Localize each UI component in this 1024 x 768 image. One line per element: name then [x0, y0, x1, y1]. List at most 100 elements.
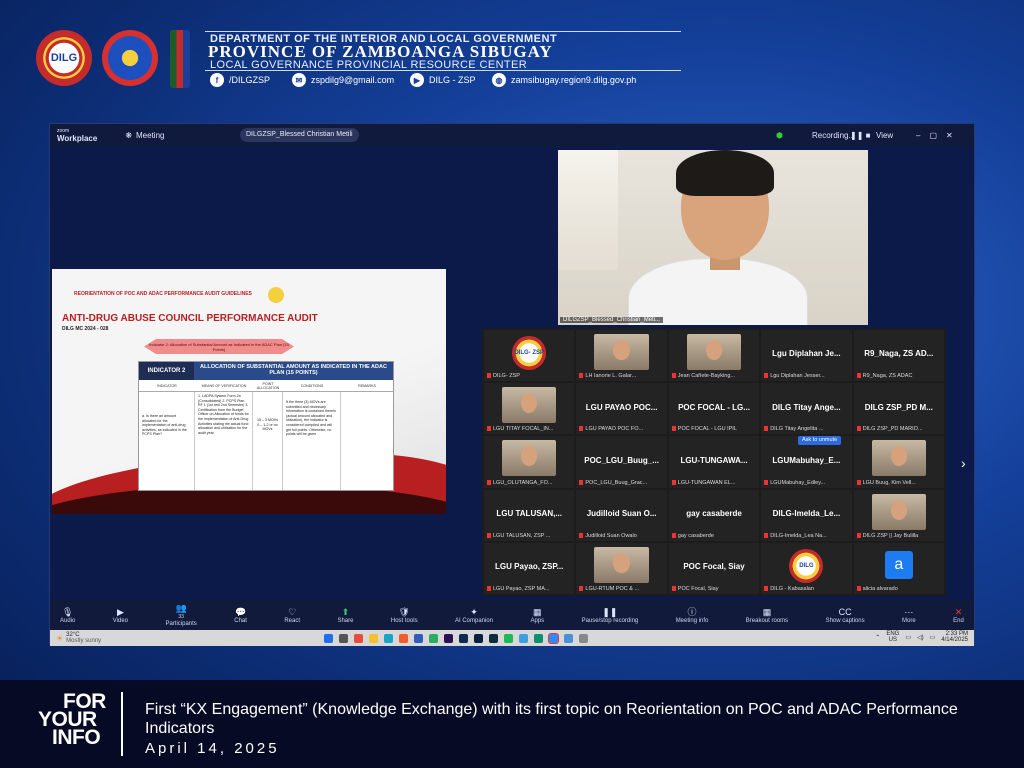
participant-caption: DILG- ZSP [487, 373, 572, 379]
store-icon[interactable] [414, 633, 424, 643]
tick-icon[interactable] [534, 633, 544, 643]
participant-tile[interactable]: Lgu Diplahan Je... Lgu Diplahan Jesser... [761, 330, 852, 382]
participant-tile[interactable]: gay casaberde gay casaberde [668, 489, 760, 541]
zoom-window: zoom Workplace ❋ Meeting DILGZSP_Blessed … [49, 123, 975, 646]
weather-widget[interactable]: 32°C Mostly sunny [66, 632, 101, 644]
notes-icon[interactable] [579, 633, 589, 643]
edge-icon-2[interactable] [519, 633, 529, 643]
participant-tile[interactable]: LH Ianorie L. Galar... [576, 330, 667, 382]
participant-face [613, 340, 630, 360]
volume-icon[interactable]: ◁) [917, 634, 924, 641]
react-button[interactable]: ♡ React [284, 607, 300, 624]
speaker-video[interactable]: DILGZSP_Blessed_Christian_Meti... [558, 150, 868, 325]
meeting-toolbar: 🎙 Audio ▶ Video 👥 33 Participants 💬 Chat ♡ React ⬆ S… [50, 600, 974, 630]
apps-button[interactable]: ▦ Apps [530, 607, 544, 624]
participant-name: LGU Payao, ZSP... [495, 562, 564, 572]
participants-icon: 👥 [175, 603, 187, 613]
participant-tile[interactable]: DILG- ZSP DILG- ZSP [484, 330, 575, 382]
view-button[interactable]: View [876, 131, 893, 140]
toolbar-label: Meeting info [675, 617, 709, 624]
chrome-icon[interactable] [354, 633, 364, 643]
audition-icon[interactable] [489, 633, 499, 643]
premiere-icon[interactable] [444, 633, 454, 643]
for-your-info-logo: FOR YOUR INFO [38, 690, 106, 749]
network-icon[interactable]: ▭ [905, 634, 911, 641]
participants-button[interactable]: 👥 33 Participants [165, 603, 196, 627]
chat-button[interactable]: 💬 Chat [234, 607, 247, 624]
zoom-icon[interactable] [548, 632, 560, 644]
participant-tile[interactable]: LGU Payao, ZSP... LGU Payao, ZSP MA... [484, 542, 575, 594]
participant-face [890, 499, 907, 520]
end-button[interactable]: ✕ End [953, 607, 964, 624]
folder-icon[interactable] [369, 633, 379, 643]
participant-tile[interactable]: R9_Naga, ZS AD... R9_Naga, ZS ADAC [853, 330, 944, 382]
weather-icon: ☀ [56, 633, 64, 643]
share-button[interactable]: ⬆ Share [337, 607, 353, 624]
video-button[interactable]: ▶ Video [113, 607, 128, 624]
participant-caption: DILG ZSP_PD MARIO... [857, 426, 942, 432]
participant-tile[interactable]: DILG ZSP_PD M... DILG ZSP_PD MARIO... [853, 383, 944, 435]
brave-icon[interactable] [399, 633, 409, 643]
participant-tile[interactable]: DILG ZSP || Jay Bulilla [853, 489, 944, 541]
language-indicator[interactable]: ENG US [886, 631, 899, 643]
share-icon: ⬆ [341, 606, 350, 617]
participant-tile[interactable]: LGU TALUSAN,... LGU TALUSAN, ZSP ... [484, 489, 575, 541]
participant-tile[interactable]: POC_LGU_Buug_... POC_LGU_Buug_Grac... [576, 436, 667, 488]
app-icon[interactable] [564, 633, 574, 643]
participant-tile[interactable]: LGU-TUNGAWA... LGU-TUNGAWAN EL... [668, 436, 760, 488]
participant-face [521, 393, 538, 414]
participant-tile[interactable]: Judilloid Suan O... Judilloid Suan Owalo [576, 489, 667, 541]
participant-face [890, 446, 907, 467]
more-button[interactable]: ⋯ More [902, 607, 916, 624]
photoshop-icon[interactable] [474, 633, 484, 643]
breakout-button[interactable]: ▦ Breakout rooms [746, 607, 788, 624]
more-icon: ⋯ [904, 606, 914, 617]
toolbar-label: Apps [530, 617, 545, 624]
active-speaker-tag[interactable]: DILGZSP_Blessed Christian Metili [240, 128, 359, 142]
search-icon[interactable] [339, 633, 349, 643]
contact-youtube: ▶ DILG - ZSP [410, 73, 476, 87]
edge-icon[interactable] [384, 633, 394, 643]
participant-tile[interactable]: LGU-RTUM POC & ... [576, 542, 667, 594]
participant-face [705, 340, 723, 360]
pause-recording-icon[interactable]: ❚❚ ■ [850, 131, 870, 140]
pause-button[interactable]: ❚❚ Pause/stop recording [582, 607, 639, 624]
system-tray: ⌃ ENG US ▭ ◁) ▭ 2:33 PM 4/14/2025 [875, 631, 968, 643]
participant-caption: POC Focal, Siay [672, 586, 757, 592]
participant-tile[interactable]: DILG Titay Ange... DILG Titay Angelita ..… [761, 383, 852, 435]
meeting-label[interactable]: Meeting [136, 131, 164, 140]
participant-caption: LGU_OLUTANGA_FO... [487, 480, 572, 486]
windows-start-icon[interactable] [324, 633, 334, 643]
chrome-alt-icon[interactable] [429, 633, 439, 643]
participant-tile[interactable]: Jean Cañete-Bayking... [668, 330, 760, 382]
participant-tile[interactable]: POC Focal, Siay POC Focal, Siay [668, 542, 760, 594]
participant-caption: DILG Titay Angelita ... [764, 426, 849, 432]
clock[interactable]: 2:33 PM 4/14/2025 [941, 631, 968, 643]
captions-button[interactable]: CC Show captions [826, 607, 865, 624]
participant-caption: DILG-Imelda_Lea Na... [764, 533, 849, 539]
participant-tile[interactable]: LGU PAYAO POC... LGU PAYAO POC FO... [576, 383, 667, 435]
participant-tile[interactable]: a alicia alvarado [853, 542, 944, 594]
info-button[interactable]: ⓘ Meeting info [676, 607, 709, 624]
spotify-icon[interactable] [504, 633, 514, 643]
lightroom-icon[interactable] [459, 633, 469, 643]
window-controls[interactable]: –▢✕ [916, 131, 962, 140]
participant-tile[interactable]: LGU Buug, Kim Vell... [853, 436, 944, 488]
host-tools-button[interactable]: 🛡 Host tools [391, 607, 418, 624]
footer-divider [121, 692, 123, 756]
participant-tile[interactable]: DILG DILG - Kabasalan [761, 542, 852, 594]
participant-tile[interactable]: DILG-Imelda_Le... DILG-Imelda_Lea Na... [761, 489, 852, 541]
ask-to-unmute-button[interactable]: Ask to unmute [798, 436, 842, 445]
participant-name: DILG ZSP_PD M... [864, 402, 933, 412]
participant-tile[interactable]: LGU TITAY FOCAL_IN... [484, 383, 575, 435]
mic-button[interactable]: 🎙 Audio [60, 607, 75, 624]
chevron-up-icon[interactable]: ⌃ [875, 634, 880, 641]
battery-icon[interactable]: ▭ [930, 634, 936, 641]
recording-label[interactable]: Recording... [812, 131, 855, 140]
ai-companion-button[interactable]: ✦ AI Companion [455, 607, 493, 624]
participant-tile[interactable]: POC FOCAL - LG... POC FOCAL - LGU IPIL [668, 383, 760, 435]
next-page-icon[interactable]: › [961, 455, 966, 471]
participant-video [871, 493, 926, 530]
youtube-icon: ▶ [410, 73, 424, 87]
participant-tile[interactable]: LGU_OLUTANGA_FO... [484, 436, 575, 488]
